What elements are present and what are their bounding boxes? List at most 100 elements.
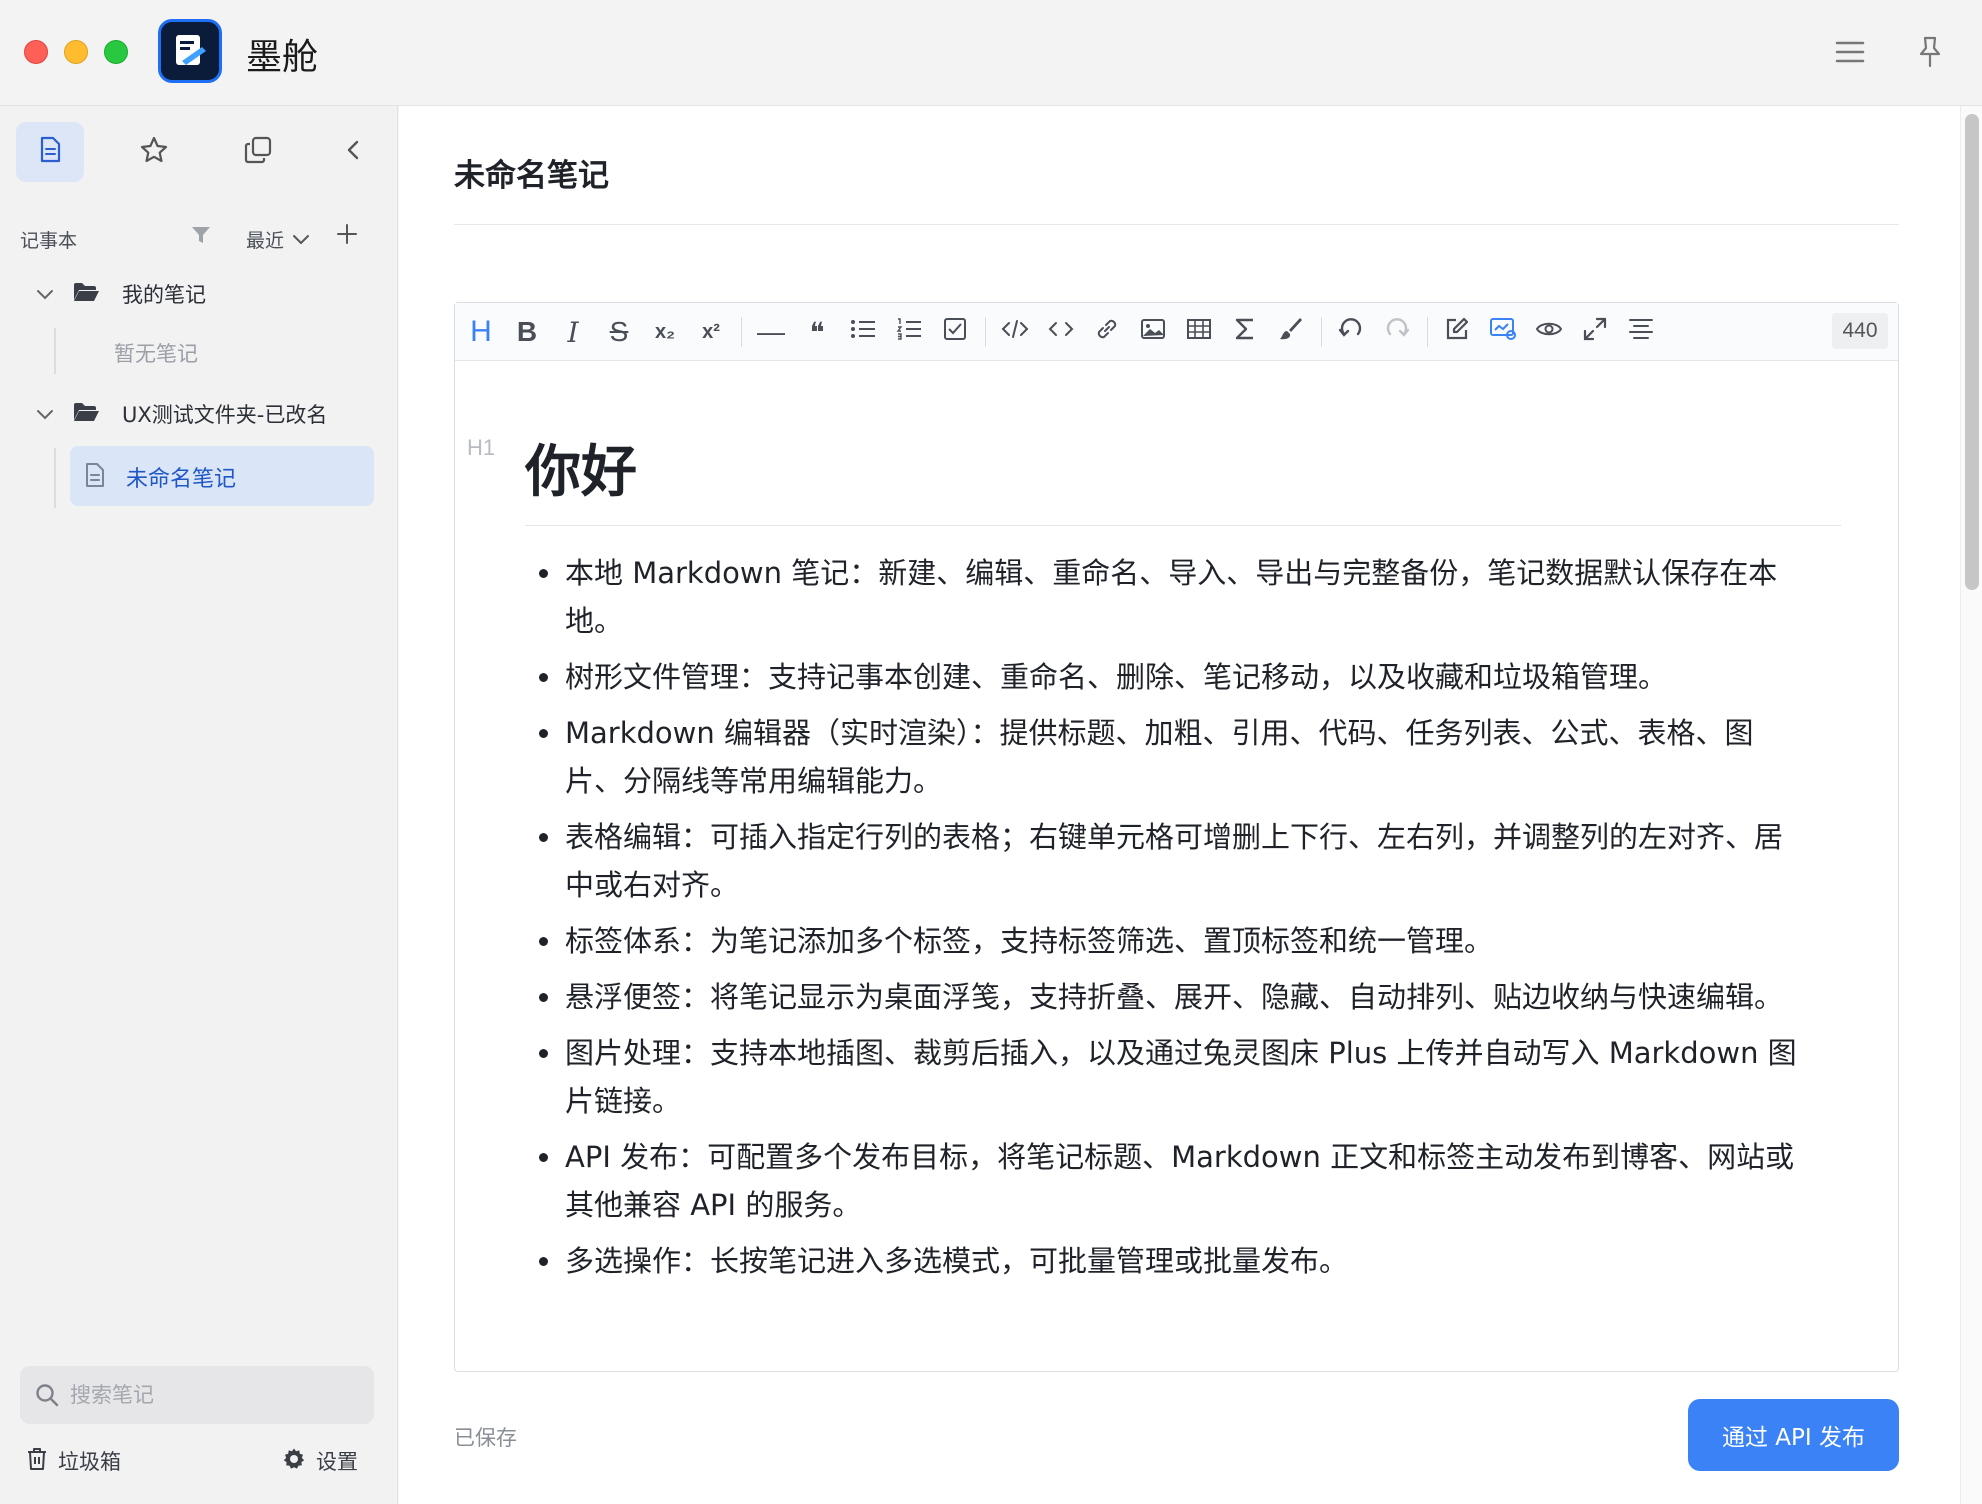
- formula-button[interactable]: [1225, 312, 1265, 352]
- note-title[interactable]: 未命名笔记: [454, 150, 609, 195]
- task-list-button[interactable]: [935, 312, 975, 352]
- chevron-left-icon: [345, 138, 361, 167]
- italic-button[interactable]: I: [553, 312, 593, 352]
- redo-icon: [1384, 316, 1410, 348]
- list-item: 图片处理：支持本地插图、裁剪后插入，以及通过兔灵图床 Plus 上传并自动写入 …: [539, 1029, 1805, 1125]
- filter-icon[interactable]: [190, 224, 212, 252]
- undo-button[interactable]: [1331, 312, 1371, 352]
- note-item-label: 未命名笔记: [126, 467, 237, 492]
- notebook-label: 记事本: [20, 230, 78, 252]
- table-icon: [1186, 318, 1212, 346]
- empty-folder-text: 暂无笔记: [114, 342, 198, 366]
- folder-open-icon: [72, 401, 100, 428]
- strikethrough-button[interactable]: S: [599, 312, 639, 352]
- document-icon: [84, 462, 106, 493]
- heading-level-marker: H1: [467, 435, 496, 460]
- folder-ux-test[interactable]: UX测试文件夹-已改名: [0, 386, 398, 442]
- close-window-button[interactable]: [24, 40, 48, 64]
- zoom-window-button[interactable]: [104, 40, 128, 64]
- settings-label: 设置: [316, 1450, 358, 1474]
- menu-icon[interactable]: [1828, 30, 1872, 74]
- chevron-down-icon[interactable]: [36, 402, 54, 426]
- outline-icon: [1628, 317, 1654, 347]
- toolbar-separator: [741, 317, 742, 347]
- heading-1: 你好: [525, 440, 637, 505]
- add-notebook-button[interactable]: [336, 220, 358, 252]
- undo-icon: [1338, 316, 1364, 348]
- search-input[interactable]: [70, 1378, 360, 1412]
- gear-icon: [282, 1447, 306, 1476]
- list-item: 树形文件管理：支持记事本创建、重命名、删除、笔记移动，以及收藏和垃圾箱管理。: [539, 653, 1805, 701]
- folder-open-icon: [72, 281, 100, 308]
- folder-label: UX测试文件夹-已改名: [122, 403, 328, 427]
- bullet-list-button[interactable]: [843, 312, 883, 352]
- app-logo: [158, 19, 222, 83]
- live-preview-button[interactable]: [1483, 312, 1523, 352]
- toolbar-separator: [1321, 317, 1322, 347]
- bold-button[interactable]: B: [507, 312, 547, 352]
- trash-icon: [26, 1447, 48, 1476]
- search-box[interactable]: [20, 1366, 374, 1424]
- code-block-button[interactable]: [995, 312, 1035, 352]
- collapse-sidebar-button[interactable]: [328, 122, 378, 182]
- horizontal-rule-button[interactable]: —: [751, 312, 791, 352]
- editor-toolbar: H B I S x₂ x² — ❝ 440: [455, 303, 1898, 361]
- quote-button[interactable]: ❝: [797, 312, 837, 352]
- heading-button[interactable]: H: [461, 312, 501, 352]
- ordered-list-icon: [896, 317, 922, 347]
- subscript-button[interactable]: x₂: [645, 312, 685, 352]
- preview-button[interactable]: [1529, 312, 1569, 352]
- list-item: 多选操作：长按笔记进入多选模式，可批量管理或批量发布。: [539, 1237, 1805, 1285]
- save-status: 已保存: [454, 1426, 517, 1450]
- eye-icon: [1535, 319, 1563, 345]
- chevron-down-icon: [292, 229, 310, 251]
- scrollbar-thumb[interactable]: [1965, 114, 1979, 590]
- chevron-down-icon[interactable]: [36, 282, 54, 306]
- settings-button[interactable]: 设置: [282, 1446, 358, 1476]
- table-button[interactable]: [1179, 312, 1219, 352]
- format-painter-button[interactable]: [1271, 312, 1311, 352]
- ordered-list-button[interactable]: [889, 312, 929, 352]
- list-item: API 发布：可配置多个发布目标，将笔记标题、Markdown 正文和标签主动发…: [539, 1133, 1805, 1229]
- note-item-untitled[interactable]: 未命名笔记: [70, 446, 374, 506]
- image-button[interactable]: [1133, 312, 1173, 352]
- copy-icon: [243, 135, 273, 170]
- brush-icon: [1278, 316, 1304, 348]
- code-block-icon: [1001, 319, 1029, 345]
- list-item: 悬浮便签：将笔记显示为桌面浮笺，支持折叠、展开、隐藏、自动排列、贴边收纳与快速编…: [539, 973, 1805, 1021]
- edit-mode-button[interactable]: [1437, 312, 1477, 352]
- link-button[interactable]: [1087, 312, 1127, 352]
- trash-label: 垃圾箱: [58, 1450, 121, 1474]
- list-item: 标签体系：为笔记添加多个标签，支持标签筛选、置顶标签和统一管理。: [539, 917, 1805, 965]
- superscript-button[interactable]: x²: [691, 312, 731, 352]
- fullscreen-button[interactable]: [1575, 312, 1615, 352]
- tab-notes[interactable]: [16, 122, 84, 182]
- document-icon: [38, 136, 62, 169]
- list-item: Markdown 编辑器（实时渲染）：提供标题、加粗、引用、代码、任务列表、公式…: [539, 709, 1805, 805]
- trash-button[interactable]: 垃圾箱: [26, 1446, 121, 1476]
- tab-favorites[interactable]: [120, 122, 188, 182]
- scrollbar[interactable]: [1960, 106, 1982, 1504]
- sigma-icon: [1234, 317, 1256, 347]
- list-item: 本地 Markdown 笔记：新建、编辑、重命名、导入、导出与完整备份，笔记数据…: [539, 549, 1805, 645]
- sort-label: 最近: [246, 230, 285, 252]
- redo-button[interactable]: [1377, 312, 1417, 352]
- minimize-window-button[interactable]: [64, 40, 88, 64]
- publish-api-button[interactable]: 通过 API 发布: [1688, 1399, 1899, 1471]
- toolbar-separator: [985, 317, 986, 347]
- outline-button[interactable]: [1621, 312, 1661, 352]
- image-icon: [1140, 318, 1166, 346]
- tab-sticky-notes[interactable]: [224, 122, 292, 182]
- edit-icon: [1444, 316, 1470, 348]
- sidebar: 记事本 最近 我的笔记 暂无笔记 UX测试文件夹-已改名 未命名笔记 搜索笔记 …: [0, 106, 398, 1504]
- inline-code-button[interactable]: [1041, 312, 1081, 352]
- pin-icon[interactable]: [1908, 30, 1952, 74]
- sort-dropdown[interactable]: 最近: [246, 226, 310, 253]
- feature-list: 本地 Markdown 笔记：新建、编辑、重命名、导入、导出与完整备份，笔记数据…: [539, 549, 1805, 1293]
- toolbar-separator: [1427, 317, 1428, 347]
- search-icon: [34, 1382, 60, 1413]
- folder-my-notes[interactable]: 我的笔记: [0, 266, 398, 322]
- editor-content[interactable]: H1 你好 本地 Markdown 笔记：新建、编辑、重命名、导入、导出与完整备…: [455, 361, 1898, 1371]
- notebook-header: 记事本 最近: [20, 216, 370, 256]
- star-icon: [139, 135, 169, 170]
